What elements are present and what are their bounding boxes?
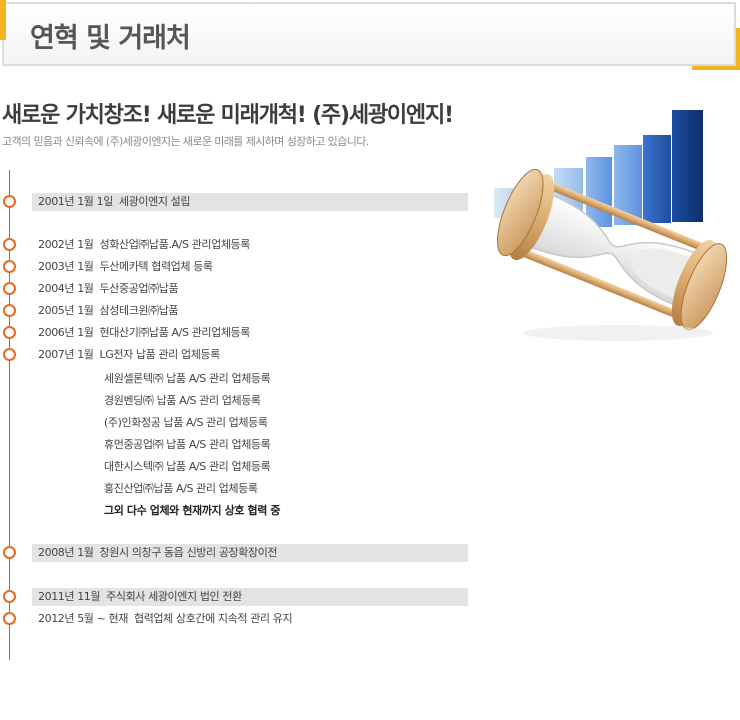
timeline-entry: 2001년 1월 1일 세광이엔지 설립 bbox=[38, 195, 190, 209]
page-header: 연혁 및 거래처 bbox=[0, 0, 740, 70]
header-accent-right bbox=[736, 28, 740, 70]
timeline-text: 삼성테크윈㈜납품 bbox=[99, 304, 179, 317]
timeline-date: 2007년 1월 bbox=[38, 348, 94, 361]
circle-marker-icon bbox=[3, 238, 16, 251]
timeline-entry: 2004년 1월 두산중공업㈜납품 bbox=[38, 282, 179, 296]
partner-item: 세원셀론텍㈜ 납품 A/S 관리 업체등록 bbox=[104, 372, 271, 385]
partner-note: 그외 다수 업체와 현재까지 상호 협력 중 bbox=[104, 504, 281, 517]
header-accent-left bbox=[0, 0, 6, 40]
timeline-entry: 2011년 11월 주식회사 세광이엔지 법인 전환 bbox=[38, 590, 242, 604]
circle-marker-icon bbox=[3, 260, 16, 273]
timeline-entry: 2012년 5월 ~ 현재 협력업체 상호간에 지속적 관리 유지 bbox=[38, 612, 293, 626]
timeline-text: 두산중공업㈜납품 bbox=[99, 282, 179, 295]
timeline-entry: 2002년 1월 성화산업㈜납품.A/S 관리업체등록 bbox=[38, 238, 250, 252]
partner-item: 경원벤딩㈜ 납품 A/S 관리 업체등록 bbox=[104, 394, 261, 407]
timeline-date: 2003년 1월 bbox=[38, 260, 94, 273]
partner-item: 대한시스텍㈜ 납품 A/S 관리 업체등록 bbox=[104, 460, 271, 473]
chart-bar bbox=[643, 135, 671, 223]
intro-title: 새로운 가치창조! 새로운 미래개척! (주)세광이엔지! bbox=[2, 103, 454, 128]
timeline-text: 두산메카텍 협력업체 등록 bbox=[99, 260, 214, 273]
circle-marker-icon bbox=[3, 326, 16, 339]
partner-item: 홍진산업㈜납품 A/S 관리 업체등록 bbox=[104, 482, 258, 495]
circle-marker-icon bbox=[3, 304, 16, 317]
partner-item: (주)인화정공 납품 A/S 관리 업체등록 bbox=[104, 416, 268, 429]
timeline-text: 현대산기㈜납품 A/S 관리업체등록 bbox=[99, 326, 251, 339]
timeline-date: 2002년 1월 bbox=[38, 238, 94, 251]
timeline-entry: 2005년 1월 삼성테크윈㈜납품 bbox=[38, 304, 179, 318]
intro-subtitle: 고객의 믿음과 신뢰속에 (주)세광이엔지는 새로운 미래를 제시하며 성장하고… bbox=[2, 135, 369, 148]
timeline-date: 2006년 1월 bbox=[38, 326, 94, 339]
chart-bar bbox=[586, 157, 612, 227]
hourglass-bar-chart-illustration bbox=[488, 105, 738, 345]
timeline-text: 주식회사 세광이엔지 법인 전환 bbox=[106, 590, 242, 603]
circle-marker-icon bbox=[3, 590, 16, 603]
circle-marker-icon bbox=[3, 195, 16, 208]
timeline-text: 성화산업㈜납품.A/S 관리업체등록 bbox=[99, 238, 251, 251]
circle-marker-icon bbox=[3, 546, 16, 559]
timeline-text: 협력업체 상호간에 지속적 관리 유지 bbox=[133, 612, 293, 625]
timeline-date: 2004년 1월 bbox=[38, 282, 94, 295]
timeline-date: 2011년 11월 bbox=[38, 590, 101, 603]
timeline-entry: 2003년 1월 두산메카텍 협력업체 등록 bbox=[38, 260, 213, 274]
circle-marker-icon bbox=[3, 348, 16, 361]
circle-marker-icon bbox=[3, 612, 16, 625]
partner-item: 휴먼중공업㈜ 납품 A/S 관리 업체등록 bbox=[104, 438, 271, 451]
timeline-date: 2001년 1월 1일 bbox=[38, 195, 113, 208]
page-title: 연혁 및 거래처 bbox=[30, 23, 191, 54]
chart-bar bbox=[672, 110, 703, 222]
timeline-entry: 2007년 1월 LG전자 납품 관리 업체등록 bbox=[38, 348, 220, 362]
timeline-text: 창원시 의창구 동읍 신방리 공장확장이전 bbox=[99, 546, 278, 559]
illustration-svg bbox=[494, 110, 728, 341]
circle-marker-icon bbox=[3, 282, 16, 295]
timeline-entry: 2008년 1월 창원시 의창구 동읍 신방리 공장확장이전 bbox=[38, 546, 278, 560]
timeline-date: 2005년 1월 bbox=[38, 304, 94, 317]
timeline-date: 2008년 1월 bbox=[38, 546, 94, 559]
timeline-text: LG전자 납품 관리 업체등록 bbox=[99, 348, 221, 361]
header-accent-bottom bbox=[692, 66, 740, 70]
timeline-entry: 2006년 1월 현대산기㈜납품 A/S 관리업체등록 bbox=[38, 326, 250, 340]
timeline-text: 세광이엔지 설립 bbox=[118, 195, 191, 208]
timeline-date: 2012년 5월 ~ 현재 bbox=[38, 612, 128, 625]
